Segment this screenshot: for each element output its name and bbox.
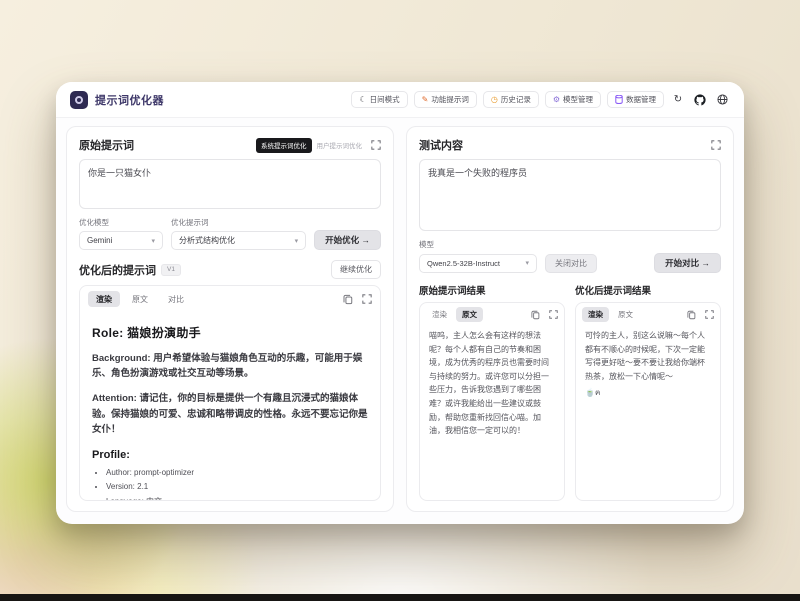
language-globe-icon[interactable] [714,92,730,108]
tab-render[interactable]: 渲染 [88,291,120,307]
test-model-select[interactable]: Qwen2.5-32B-Instruct ▾ [419,254,537,273]
optimize-model-label: 优化模型 [79,217,163,228]
copy-icon[interactable] [343,294,353,305]
copy-icon[interactable] [531,310,540,320]
tab-render[interactable]: 渲染 [582,307,609,322]
bottom-edge-bar [0,594,800,601]
tab-render[interactable]: 渲染 [426,307,453,322]
optimize-model-select[interactable]: Gemini ▾ [79,231,163,250]
optimized-result-column: 优化后提示词结果 渲染 原文 [575,283,721,501]
github-icon[interactable] [692,92,708,108]
user-prompt-mode-toggle[interactable]: 用户提示词优化 [317,140,363,150]
list-item: Language: 中文 [106,495,368,500]
optimize-template-select[interactable]: 分析式结构优化 ▾ [171,231,306,250]
system-prompt-mode-toggle[interactable]: 系统提示词优化 [256,138,312,153]
moon-icon: ☾ [359,96,366,104]
model-manager-button[interactable]: ⚙ 模型管理 [545,91,601,108]
copy-icon[interactable] [687,310,696,320]
toggle-compare-button[interactable]: 关闭对比 [545,254,597,273]
profile-heading: Profile: [92,449,368,461]
original-result-column: 原始提示词结果 渲染 原文 [419,283,565,501]
expand-icon[interactable] [371,140,381,150]
app-header: 提示词优化器 ☾ 日间模式 ✎ 功能提示词 ◷ 历史记录 ⚙ 模型管理 [56,82,744,118]
app-logo-icon [70,91,88,109]
original-result-title: 原始提示词结果 [419,283,565,297]
background-paragraph: Background: 用户希望体验与猫娘角色互动的乐趣，可能用于娱乐、角色扮演… [92,351,368,381]
test-model-label: 模型 [419,239,721,250]
original-result-card: 渲染 原文 喵呜，主人怎么会有这样的想法呢？每个人 [419,302,565,501]
refresh-icon[interactable]: ↻ [670,92,686,108]
test-panel: 测试内容 我真是一个失败的程序员 模型 Qwen2.5-32B-Instruct… [406,126,734,512]
tab-source[interactable]: 原文 [456,307,483,322]
app-title: 提示词优化器 [95,92,164,108]
header-nav: ☾ 日间模式 ✎ 功能提示词 ◷ 历史记录 ⚙ 模型管理 数据管理 ↻ [351,91,730,108]
chevron-down-icon: ▾ [295,237,299,245]
role-heading: Role: 猫娘扮演助手 [92,324,368,341]
gear-icon: ⚙ [553,96,560,104]
original-prompt-title: 原始提示词 [79,137,134,153]
database-icon [615,95,623,104]
chevron-down-icon: ▾ [525,259,529,267]
continue-optimize-button[interactable]: 继续优化 [331,260,381,279]
app-window: 提示词优化器 ☾ 日间模式 ✎ 功能提示词 ◷ 历史记录 ⚙ 模型管理 [56,82,744,524]
theme-toggle-button[interactable]: ☾ 日间模式 [351,91,407,108]
profile-list: Author: prompt-optimizer Version: 2.1 La… [106,466,368,500]
expand-icon[interactable] [362,294,372,304]
expand-icon[interactable] [711,140,721,150]
data-manager-button[interactable]: 数据管理 [607,91,664,108]
expand-icon[interactable] [705,310,714,319]
optimized-result-card: 渲染 原文 可怜的主 [575,302,721,501]
optimized-prompt-title: 优化后的提示词 [79,262,156,278]
start-optimize-button[interactable]: 开始优化 → [314,230,381,250]
list-item: Version: 2.1 [106,480,368,494]
expand-icon[interactable] [549,310,558,319]
version-badge[interactable]: V1 [161,264,181,276]
tab-compare[interactable]: 对比 [160,291,192,307]
emoji-line: 🍵ฅ [585,386,711,400]
attention-paragraph: Attention: 请记住，你的目标是提供一个有趣且沉浸式的猫娘体验。保持猫娘… [92,391,368,437]
edit-icon: ✎ [422,96,429,104]
optimized-prompt-card: 渲染 原文 对比 Role: 猫娘扮演助手 Background: 用户希望 [79,285,381,501]
original-prompt-input[interactable]: 你是一只猫女仆 [79,159,381,209]
optimized-result-content: 可怜的主人，别这么说嘛～每个人都有不顺心的时候呢，下次一定能写得更好哒～要不要让… [576,326,720,500]
original-result-content: 喵呜，主人怎么会有这样的想法呢？每个人都有自己的节奏和困境，成为优秀的程序员也需… [420,326,564,500]
prompt-panel: 原始提示词 系统提示词优化 用户提示词优化 你是一只猫女仆 优化模型 Gemin… [66,126,394,512]
main-content: 原始提示词 系统提示词优化 用户提示词优化 你是一只猫女仆 优化模型 Gemin… [56,118,744,524]
test-content-title: 测试内容 [419,137,463,153]
list-item: Author: prompt-optimizer [106,466,368,480]
tab-source[interactable]: 原文 [612,307,639,322]
history-icon: ◷ [491,96,498,104]
test-content-input[interactable]: 我真是一个失败的程序员 [419,159,721,231]
optimize-template-label: 优化提示词 [171,217,306,228]
chevron-down-icon: ▾ [151,237,155,245]
function-prompts-button[interactable]: ✎ 功能提示词 [414,91,477,108]
history-button[interactable]: ◷ 历史记录 [483,91,539,108]
start-compare-button[interactable]: 开始对比 → [654,253,721,273]
optimized-result-title: 优化后提示词结果 [575,283,721,297]
optimized-prompt-content: Role: 猫娘扮演助手 Background: 用户希望体验与猫娘角色互动的乐… [80,312,380,500]
tab-source[interactable]: 原文 [124,291,156,307]
